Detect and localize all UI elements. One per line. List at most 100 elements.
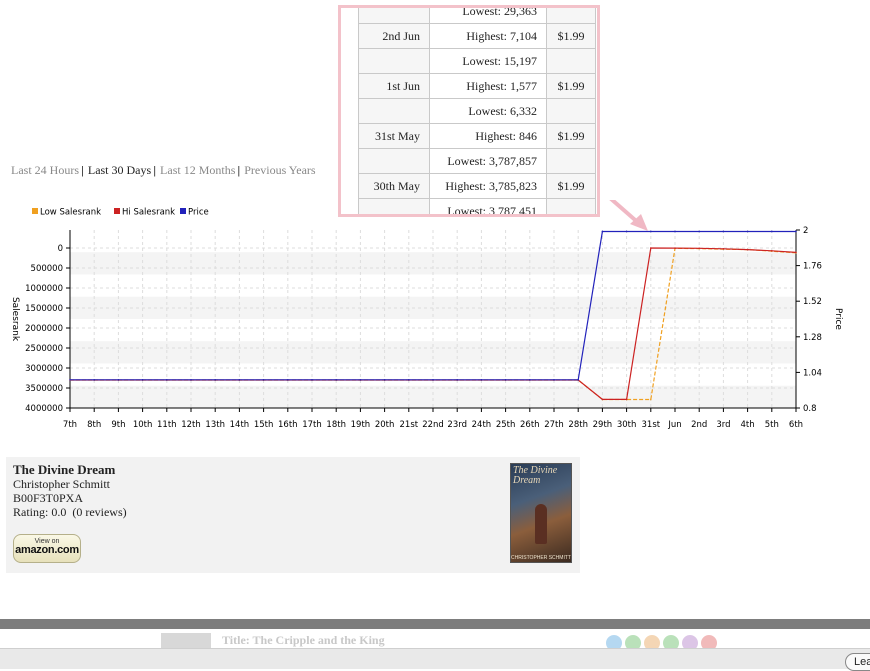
data-point-hi [722, 248, 725, 250]
history-row: Lowest: 3,787,857 [358, 148, 596, 174]
history-date-cell [358, 98, 430, 124]
y2-tick-label: 1.28 [803, 333, 822, 343]
book-title: The Divine Dream [13, 462, 116, 477]
data-point-hi [601, 398, 604, 401]
data-point-hi [746, 248, 749, 251]
history-row: Lowest: 29,363 [358, 8, 596, 24]
history-price-cell [546, 98, 596, 124]
data-point-price [650, 230, 652, 233]
y-tick-label: 1500000 [25, 304, 63, 314]
next-item-thumbnail [161, 633, 211, 649]
history-date-cell [358, 8, 430, 24]
range-separator: | [153, 165, 157, 177]
data-point-price [408, 379, 410, 381]
range-separator: | [237, 165, 241, 177]
legend-label: Hi Salesrank [122, 208, 175, 218]
history-date-cell: 2nd Jun [358, 23, 430, 49]
data-point-price [601, 230, 604, 233]
y2-tick-label: 0.8 [803, 404, 817, 414]
x-tick-label: 20th [375, 420, 395, 430]
y2-tick-label: 2 [803, 226, 808, 236]
y-tick-label: 3000000 [25, 364, 63, 374]
footer-divider [0, 619, 870, 629]
data-point-low [650, 398, 652, 401]
x-tick-label: 24th [472, 420, 492, 430]
legend-swatch [180, 208, 186, 214]
y-tick-label: 500000 [31, 264, 63, 274]
time-range-nav: Last 24 Hours | Last 30 Days | Last 12 Month… [11, 163, 316, 178]
data-point-price [456, 379, 459, 381]
data-point-hi [698, 247, 700, 250]
history-price-cell: $1.99 [546, 23, 596, 49]
y-tick-label: 3500000 [25, 384, 63, 394]
history-date-cell: 1st Jun [358, 73, 430, 99]
cover-author: CHRISTOPHER SCHMITT [511, 555, 571, 561]
range-previous-years[interactable]: Previous Years [244, 163, 315, 177]
y-axis-label: Salesrank [10, 297, 20, 342]
x-tick-label: 9th [111, 420, 125, 430]
y-tick-label: 0 [58, 244, 63, 254]
range-last-24-hours[interactable]: Last 24 Hours [11, 163, 79, 177]
cover-title: The Divine Dream [513, 465, 558, 486]
status-strip [0, 648, 870, 669]
book-rating: Rating: 0.0 (0 reviews) [13, 505, 127, 519]
x-tick-label: Jun [667, 420, 681, 430]
range-last-12-months[interactable]: Last 12 Months [160, 163, 235, 177]
x-tick-label: 17th [302, 420, 322, 430]
status-button[interactable]: Lea [845, 653, 870, 671]
data-point-price [432, 379, 434, 381]
book-cover-image: The Divine Dream CHRISTOPHER SCHMITT [510, 463, 572, 563]
history-price-cell [546, 148, 596, 174]
data-point-price [287, 379, 289, 381]
x-tick-label: 18th [326, 420, 346, 430]
legend-swatch [114, 208, 120, 214]
x-tick-label: 2nd [691, 420, 707, 430]
data-point-price [674, 230, 676, 233]
y2-tick-label: 1.04 [803, 368, 822, 378]
history-row: 31st May Highest: 846 $1.99 [358, 123, 596, 149]
product-card: The Divine Dream Christopher Schmitt B00… [6, 457, 580, 573]
x-tick-label: 29th [593, 420, 613, 430]
x-tick-label: 5th [765, 420, 779, 430]
legend-label: Low Salesrank [40, 208, 101, 218]
history-date-cell [358, 48, 430, 74]
rank-history-popup: Lowest: 29,363 2nd Jun Highest: 7,104 $1.99… [338, 5, 600, 217]
data-point-price [262, 379, 265, 381]
x-tick-label: 11th [157, 420, 177, 430]
history-row: 30th May Highest: 3,785,823 $1.99 [358, 173, 596, 199]
history-date-cell: 31st May [358, 123, 430, 149]
x-tick-label: 26th [520, 420, 540, 430]
history-rank-cell: Highest: 1,577 [429, 73, 547, 99]
x-tick-label: 27th [544, 420, 564, 430]
history-date-cell: 30th May [358, 173, 430, 199]
y-tick-label: 2000000 [25, 324, 63, 334]
x-tick-label: 22nd [422, 420, 444, 430]
history-price-cell: $1.99 [546, 73, 596, 99]
x-tick-label: 16th [278, 420, 298, 430]
y2-tick-label: 1.76 [803, 262, 822, 272]
legend-swatch [32, 208, 38, 214]
data-point-price [117, 379, 120, 381]
history-rank-cell: Highest: 7,104 [429, 23, 547, 49]
data-point-price [214, 379, 216, 381]
data-point-price [771, 230, 773, 233]
x-tick-label: 13th [205, 420, 225, 430]
range-last-30-days[interactable]: Last 30 Days [88, 163, 151, 177]
data-point-price [746, 230, 749, 233]
x-tick-label: 4th [741, 420, 755, 430]
y2-tick-label: 1.52 [803, 297, 822, 307]
view-on-amazon-button[interactable]: View on amazon.com [13, 534, 81, 563]
history-row: 1st Jun Highest: 1,577 $1.99 [358, 73, 596, 99]
history-row: Lowest: 6,332 [358, 98, 596, 124]
history-rank-cell: Lowest: 29,363 [429, 8, 547, 24]
x-tick-label: 19th [351, 420, 371, 430]
x-tick-label: 30th [617, 420, 637, 430]
book-asin: B00F3T0PXA [13, 491, 84, 505]
history-rank-cell: Highest: 846 [429, 123, 547, 149]
rank-history-table: Lowest: 29,363 2nd Jun Highest: 7,104 $1.99… [358, 8, 596, 214]
data-point-hi [771, 250, 773, 252]
history-price-cell [546, 48, 596, 74]
x-tick-label: 14th [230, 420, 250, 430]
data-point-price [504, 379, 507, 381]
history-row: Lowest: 3,787,451 [358, 198, 596, 214]
